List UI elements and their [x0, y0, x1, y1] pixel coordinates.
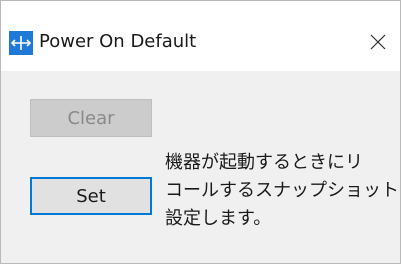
- clear-button[interactable]: Clear: [30, 99, 152, 137]
- title-bar[interactable]: Power On Default: [1, 1, 400, 71]
- description-line-2: コールするスナップショットを: [165, 180, 401, 201]
- description-line-1: 機器が起動するときにリ: [165, 152, 363, 173]
- power-on-default-dialog: Power On Default Clear Set 機器が起動するときにリ コ…: [0, 0, 401, 264]
- description-text: 機器が起動するときにリ コールするスナップショットを 設定します。: [165, 149, 401, 233]
- description-line-3: 設定します。: [165, 208, 272, 229]
- window-title: Power On Default: [39, 31, 197, 52]
- set-button[interactable]: Set: [30, 177, 152, 215]
- app-arrows-icon: [9, 31, 33, 55]
- dialog-content: Clear Set 機器が起動するときにリ コールするスナップショットを 設定し…: [1, 71, 400, 263]
- close-icon: [370, 34, 386, 50]
- close-button[interactable]: [356, 23, 400, 61]
